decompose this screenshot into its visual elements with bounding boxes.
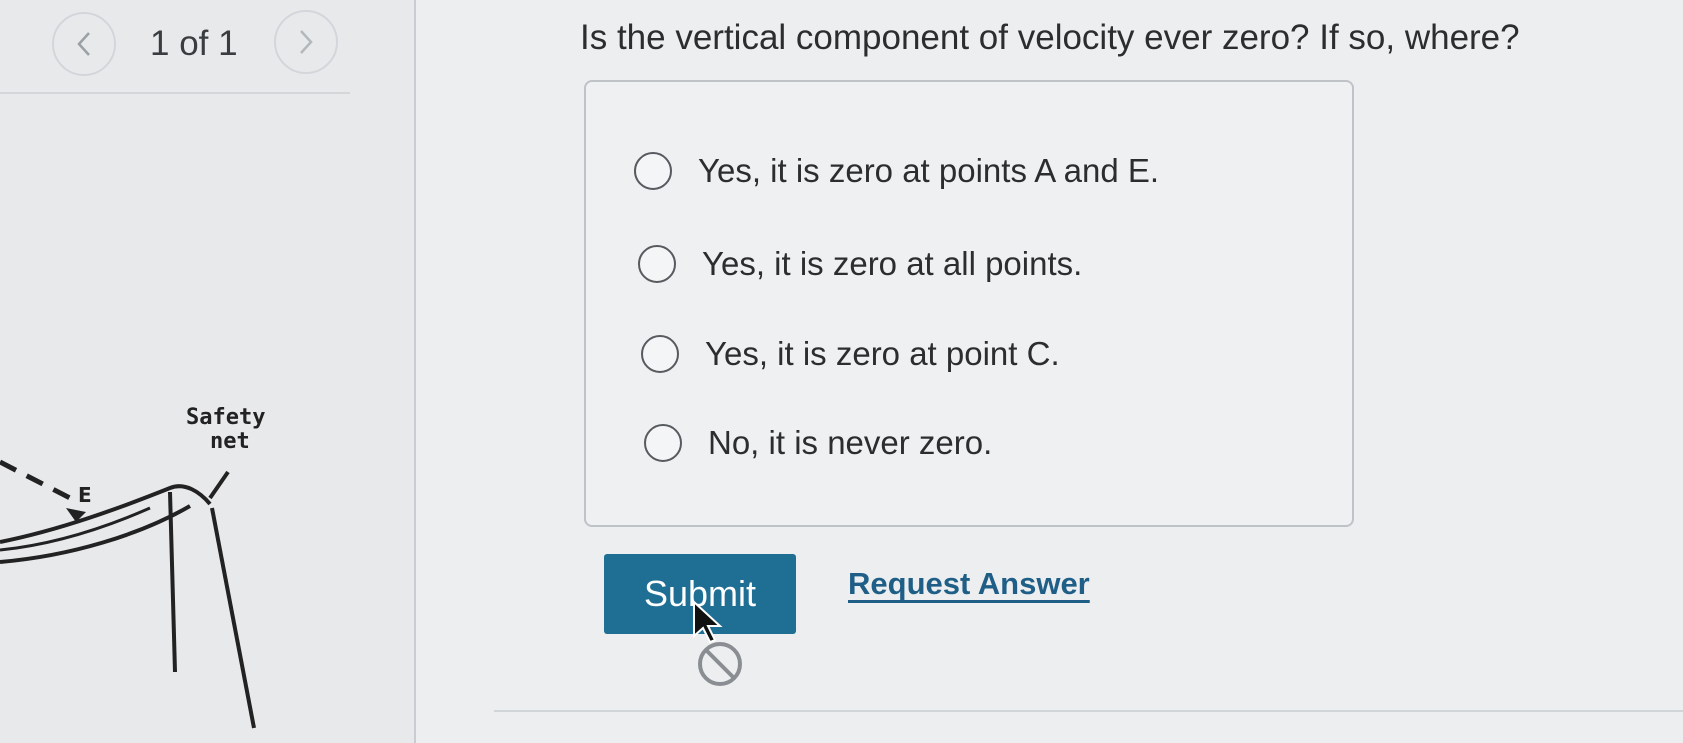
answer-option[interactable]: Yes, it is zero at all points. [638, 245, 1082, 283]
previous-button[interactable] [52, 12, 116, 76]
not-allowed-cursor-icon [693, 600, 742, 686]
answer-option[interactable]: No, it is never zero. [644, 424, 992, 462]
next-button[interactable] [274, 10, 338, 74]
point-e-label: E [78, 483, 92, 507]
header-divider [0, 92, 350, 94]
pane-divider [414, 0, 416, 743]
safety-net-label-line2: net [210, 429, 250, 454]
answer-option-label: Yes, it is zero at all points. [702, 245, 1083, 282]
answer-option[interactable]: Yes, it is zero at points A and E. [634, 152, 1159, 190]
radio-button[interactable] [644, 424, 682, 462]
radio-button[interactable] [634, 152, 672, 190]
request-answer-link[interactable]: Request Answer [848, 566, 1090, 602]
answer-option-label: No, it is never zero. [708, 424, 993, 461]
footer-divider [494, 710, 1683, 712]
radio-button[interactable] [638, 245, 676, 283]
pager-text: 1 of 1 [150, 24, 238, 63]
chevron-left-icon [77, 32, 90, 56]
chevron-right-icon [300, 30, 313, 54]
support-pole-right [210, 507, 256, 729]
safety-net-figure: Safety net E [0, 405, 265, 729]
question-text: Is the vertical component of velocity ev… [580, 18, 1520, 57]
net-label-pointer [208, 470, 230, 500]
support-pole-left [168, 491, 177, 673]
answer-option[interactable]: Yes, it is zero at point C. [641, 335, 1060, 373]
answer-option-label: Yes, it is zero at point C. [705, 335, 1060, 372]
trajectory-line [0, 459, 72, 501]
answer-option-label: Yes, it is zero at points A and E. [698, 152, 1160, 189]
radio-button[interactable] [641, 335, 679, 373]
safety-net-label-line1: Safety [186, 405, 265, 430]
